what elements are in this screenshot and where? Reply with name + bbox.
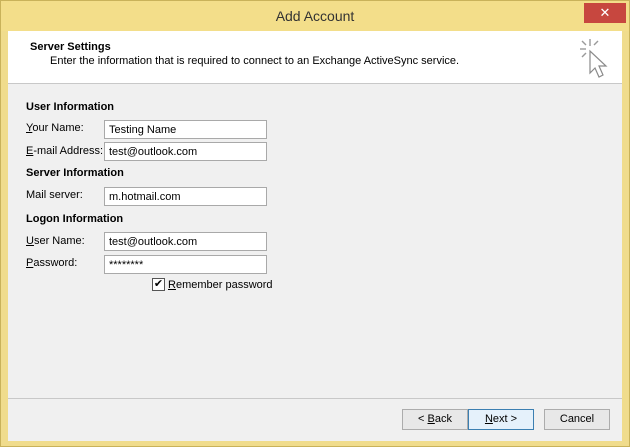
- cursor-click-icon: [580, 39, 608, 78]
- section-logon-information: Logon Information: [26, 213, 124, 225]
- your-name-label: Your Name:: [26, 122, 84, 134]
- title-bar: Add Account ✕: [1, 1, 629, 31]
- password-input[interactable]: ********: [104, 255, 267, 274]
- remember-password-checkbox[interactable]: ✔: [152, 278, 165, 291]
- password-label: Password:: [26, 257, 78, 269]
- page-description: Enter the information that is required t…: [50, 55, 460, 67]
- back-button[interactable]: < Back: [402, 409, 468, 430]
- add-account-window: Add Account ✕ Server Settings Enter the …: [0, 0, 630, 447]
- remember-password-label[interactable]: Remember password: [168, 279, 273, 291]
- user-name-input[interactable]: test@outlook.com: [104, 232, 267, 251]
- header-panel: Server Settings Enter the information th…: [8, 31, 622, 84]
- next-button[interactable]: Next >: [468, 409, 534, 430]
- section-server-information: Server Information: [26, 167, 124, 179]
- your-name-input[interactable]: Testing Name: [104, 120, 267, 139]
- close-icon: ✕: [599, 5, 611, 20]
- page-title: Server Settings: [30, 41, 111, 53]
- window-title: Add Account: [275, 8, 355, 24]
- email-address-input[interactable]: test@outlook.com: [104, 142, 267, 161]
- section-user-information: User Information: [26, 101, 115, 113]
- mail-server-input[interactable]: m.hotmail.com: [104, 187, 267, 206]
- dialog-client: Server Settings Enter the information th…: [8, 31, 622, 441]
- mail-server-label: Mail server:: [26, 189, 83, 201]
- checkmark-icon: ✔: [153, 278, 164, 290]
- cancel-button[interactable]: Cancel: [544, 409, 610, 430]
- close-button[interactable]: ✕: [584, 3, 626, 23]
- footer-divider: [8, 398, 622, 399]
- email-address-label: E-mail Address:: [26, 145, 104, 157]
- user-name-label: User Name:: [26, 235, 85, 247]
